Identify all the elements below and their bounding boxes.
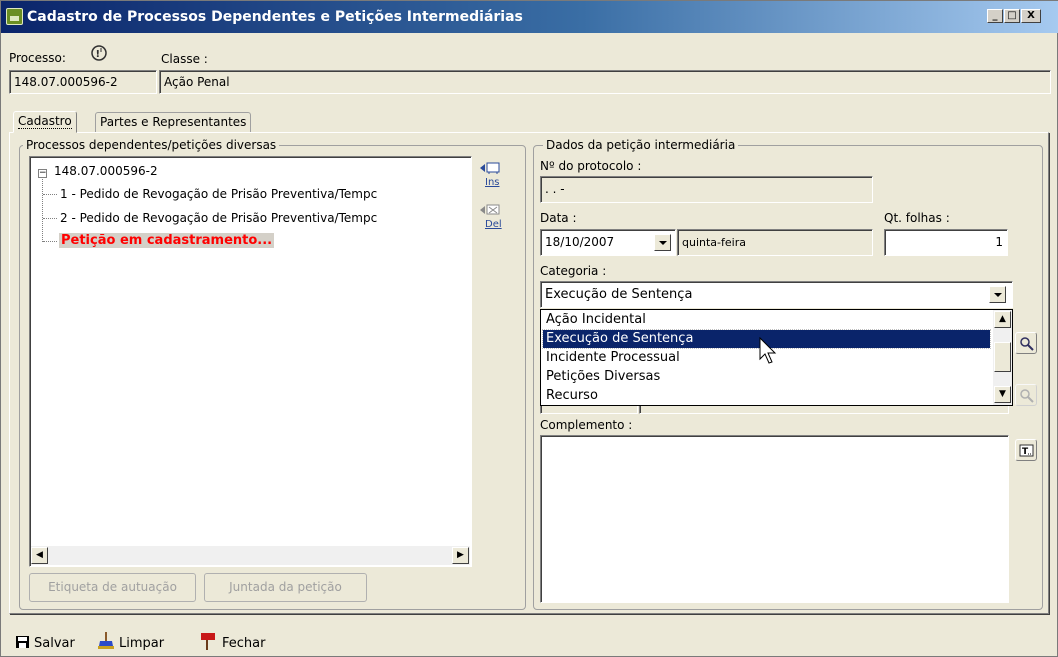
qt-folhas-input[interactable]: 1	[884, 229, 1008, 256]
complemento-label: Complemento :	[540, 418, 633, 432]
tab-cadastro[interactable]: Cadastro	[13, 111, 77, 133]
clear-button[interactable]: Limpar	[119, 636, 164, 651]
tree-line	[43, 218, 57, 219]
save-icon[interactable]	[15, 635, 31, 649]
date-value: 18/10/2007	[545, 235, 615, 249]
categoria-label: Categoria :	[540, 264, 607, 278]
option-acao-incidental[interactable]: Ação Incidental	[543, 311, 649, 329]
tab-partes-representantes[interactable]: Partes e Representantes	[95, 112, 252, 132]
scroll-left-button[interactable]: ◀	[31, 547, 48, 564]
close-window-button[interactable]: Fechar	[222, 636, 265, 651]
save-button[interactable]: Salvar	[34, 636, 75, 651]
processo-label: Processo:	[9, 51, 66, 65]
exit-sign-icon[interactable]	[199, 631, 217, 651]
juntada-peticao-button[interactable]: Juntada da petição	[204, 573, 367, 602]
etiqueta-autuacao-button[interactable]: Etiqueta de autuação	[29, 573, 196, 602]
app-icon	[6, 8, 23, 25]
tree-item-new-petition[interactable]: Petição em cadastramento...	[59, 233, 275, 248]
svg-text:T: T	[1022, 447, 1029, 457]
minimize-button[interactable]: _	[987, 9, 1003, 23]
mouse-cursor	[759, 336, 781, 367]
delete-link[interactable]: Del	[485, 219, 502, 230]
tab-cadastro-label: Cadastro	[18, 114, 72, 129]
maximize-button[interactable]: □	[1004, 9, 1020, 23]
insert-icon[interactable]	[479, 161, 501, 175]
search-button[interactable]	[1015, 332, 1037, 354]
complemento-textarea[interactable]	[540, 435, 1009, 603]
scroll-up-button[interactable]: ▲	[994, 311, 1011, 328]
classe-label: Classe :	[161, 52, 208, 66]
delete-icon[interactable]	[479, 203, 501, 217]
tree-line	[43, 194, 57, 195]
option-incidente-processual[interactable]: Incidente Processual	[543, 349, 683, 367]
collapse-icon[interactable]: −	[38, 169, 47, 178]
scroll-down-button[interactable]: ▼	[994, 386, 1011, 403]
search-disabled-button[interactable]	[1015, 384, 1037, 406]
close-button[interactable]: X	[1021, 9, 1041, 23]
window-title: Cadastro de Processos Dependentes e Peti…	[27, 9, 523, 25]
title-bar[interactable]: Cadastro de Processos Dependentes e Peti…	[1, 1, 1058, 33]
processo-field: 148.07.000596-2	[9, 70, 157, 94]
tree-line	[42, 179, 43, 242]
petition-data-title: Dados da petição intermediária	[543, 138, 739, 152]
option-peticoes-diversas[interactable]: Petições Diversas	[543, 368, 663, 386]
broom-icon[interactable]	[97, 631, 115, 651]
tree-item-2[interactable]: 2 - Pedido de Revogação de Prisão Preven…	[60, 211, 377, 225]
categoria-value: Execução de Sentença	[545, 287, 693, 302]
classe-field: Ação Penal	[159, 70, 1051, 94]
horizontal-scrollbar[interactable]: ◀ ▶	[31, 546, 470, 565]
option-recurso[interactable]: Recurso	[543, 387, 601, 405]
date-picker[interactable]: 18/10/2007	[540, 229, 676, 256]
date-dropdown-button[interactable]	[654, 234, 671, 251]
insert-link[interactable]: Ins	[485, 177, 500, 188]
info-icon[interactable]: !	[90, 44, 108, 62]
scroll-thumb[interactable]	[994, 342, 1011, 372]
application-window: Cadastro de Processos Dependentes e Peti…	[0, 0, 1058, 657]
scroll-right-button[interactable]: ▶	[452, 547, 469, 564]
qt-folhas-label: Qt. folhas :	[884, 211, 950, 225]
svg-text:!: !	[96, 49, 101, 60]
dependent-processes-title: Processos dependentes/petições diversas	[23, 138, 280, 152]
categoria-select[interactable]: Execução de Sentença	[540, 281, 1013, 308]
categoria-dropdown-button[interactable]	[989, 286, 1006, 303]
tree-item-1[interactable]: 1 - Pedido de Revogação de Prisão Preven…	[60, 187, 377, 201]
protocolo-field[interactable]: . . -	[540, 176, 873, 203]
data-label: Data :	[540, 211, 577, 225]
vertical-scrollbar[interactable]: ▲ ▼	[993, 310, 1012, 405]
weekday-field: quinta-feira	[677, 229, 873, 256]
process-tree[interactable]: − 148.07.000596-2 1 - Pedido de Revogaçã…	[29, 156, 472, 567]
text-editor-button[interactable]: T	[1015, 439, 1037, 461]
tree-line	[43, 241, 57, 242]
tab-partes-label: Partes e Representantes	[100, 115, 247, 129]
protocolo-label: Nº do protocolo :	[540, 159, 642, 173]
tree-root-item[interactable]: 148.07.000596-2	[54, 164, 158, 178]
